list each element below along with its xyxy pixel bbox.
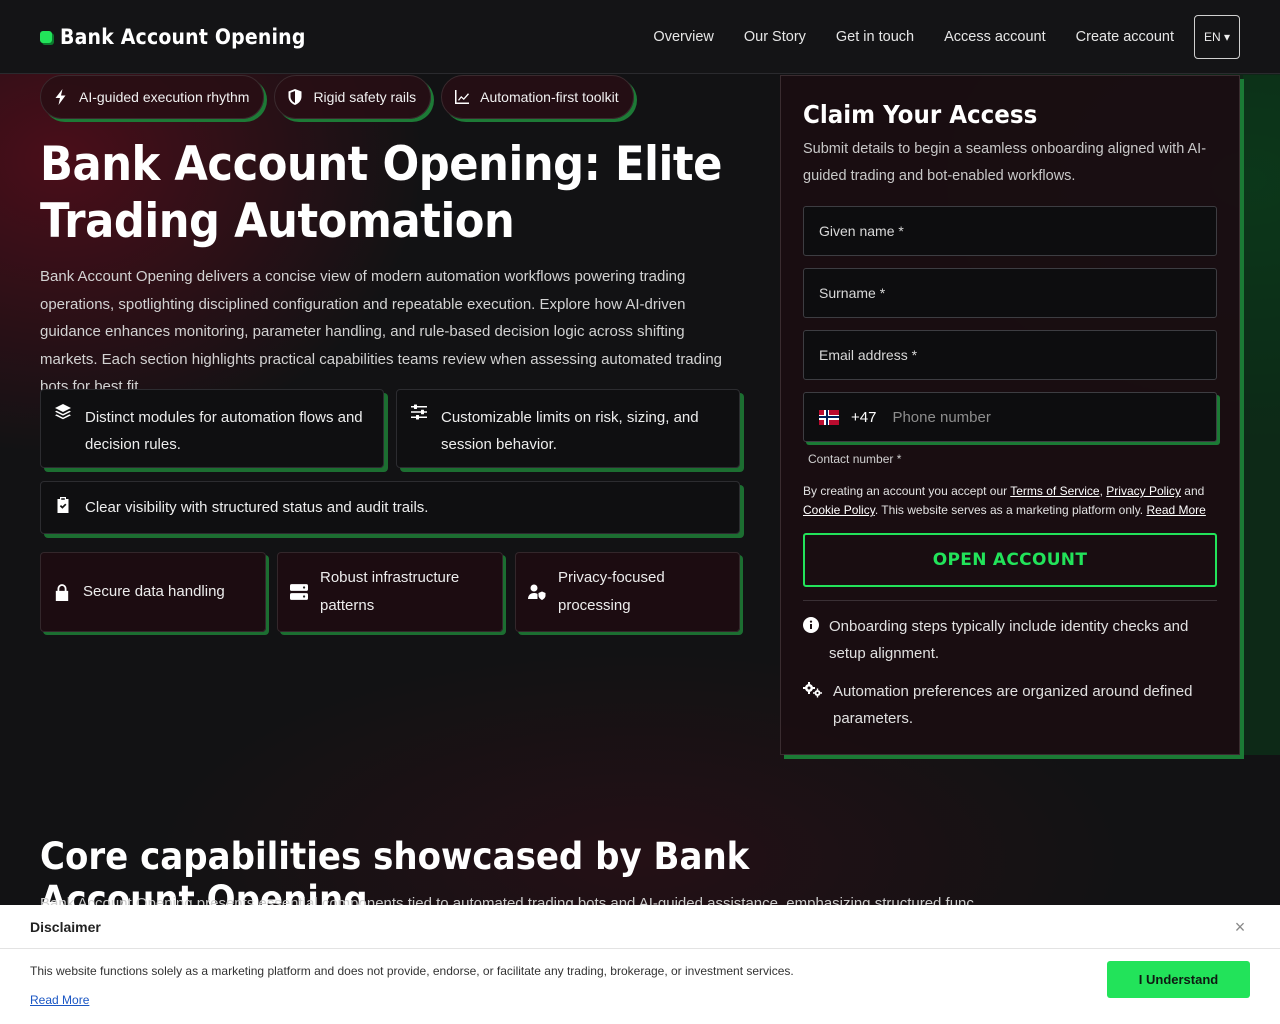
disclaimer-read-more-link[interactable]: Read More xyxy=(30,993,89,1007)
form-title: Claim Your Access xyxy=(803,100,1038,129)
server-icon xyxy=(290,584,308,600)
trust-label: Robust infrastructure patterns xyxy=(320,569,460,614)
trust-label: Privacy-focused processing xyxy=(558,569,665,614)
chip-safety-rails: Rigid safety rails xyxy=(274,75,432,119)
phone-country-code[interactable]: +47 xyxy=(851,409,876,426)
lock-icon xyxy=(55,584,69,601)
open-account-button[interactable]: OPEN ACCOUNT xyxy=(803,533,1217,587)
phone-input[interactable]: Phone number xyxy=(892,409,990,426)
chip-label: Automation-first toolkit xyxy=(480,89,619,105)
brand-name: Bank Account Opening xyxy=(60,24,306,49)
disclaimer-text: This website functions solely as a marke… xyxy=(30,964,794,978)
form-subtitle: Submit details to begin a seamless onboa… xyxy=(803,141,1207,184)
top-header: Bank Account Opening Overview Our Story … xyxy=(0,0,1280,74)
trust-card-infrastructure: Robust infrastructure patterns xyxy=(277,552,503,632)
sliders-icon xyxy=(411,404,427,420)
terms-text: By creating an account you accept our Te… xyxy=(803,484,1206,517)
bolt-icon xyxy=(55,89,66,105)
highlight-chips: AI-guided execution rhythm Rigid safety … xyxy=(40,75,634,119)
logo-mark-icon xyxy=(40,30,52,43)
nav-overview[interactable]: Overview xyxy=(653,29,713,45)
hero-title: Bank Account Opening: Elite Trading Auto… xyxy=(40,137,722,249)
signup-form-card: Claim Your Access Submit details to begi… xyxy=(780,75,1240,755)
disclaimer-title: Disclaimer xyxy=(0,905,1280,949)
card-accent-strip xyxy=(1243,75,1280,755)
terms-suffix: . This website serves as a marketing pla… xyxy=(874,503,1147,517)
feature-card-modules: Distinct modules for automation flows an… xyxy=(40,389,384,468)
contact-number-label: Contact number * xyxy=(808,452,902,466)
onboarding-note: Onboarding steps typically include ident… xyxy=(803,613,1223,667)
brand-logo[interactable]: Bank Account Opening xyxy=(40,25,306,49)
user-shield-icon xyxy=(528,584,546,600)
norway-flag-icon[interactable] xyxy=(819,409,839,425)
close-icon[interactable]: × xyxy=(1230,917,1250,937)
nav-our-story[interactable]: Our Story xyxy=(744,29,806,45)
automation-note: Automation preferences are organized aro… xyxy=(803,678,1223,732)
feature-label: Distinct modules for automation flows an… xyxy=(85,409,363,453)
main-nav: Overview Our Story Get in touch Access a… xyxy=(623,14,1240,59)
layers-icon xyxy=(55,404,71,420)
language-selector[interactable]: EN ▾ xyxy=(1194,14,1240,59)
email-field[interactable]: Email address * xyxy=(803,330,1217,380)
trust-card-privacy: Privacy-focused processing xyxy=(515,552,740,632)
disclaimer-banner: Disclaimer × This website functions sole… xyxy=(0,905,1280,1024)
nav-access-account[interactable]: Access account xyxy=(944,29,1046,45)
gears-icon xyxy=(803,682,822,698)
hero-intro: Bank Account Opening delivers a concise … xyxy=(40,268,723,395)
form-divider xyxy=(803,600,1217,601)
chip-label: Rigid safety rails xyxy=(313,89,417,105)
feature-label: Clear visibility with structured status … xyxy=(85,499,429,516)
terms-of-service-link[interactable]: Terms of Service xyxy=(1010,484,1099,498)
trust-label: Secure data handling xyxy=(83,583,225,600)
shield-icon xyxy=(288,89,302,105)
phone-field[interactable]: +47 Phone number xyxy=(803,392,1217,442)
i-understand-button[interactable]: I Understand xyxy=(1107,961,1250,998)
terms-prefix: By creating an account you accept our xyxy=(803,484,1011,498)
chart-line-icon xyxy=(455,90,470,104)
surname-field[interactable]: Surname * xyxy=(803,268,1217,318)
chip-ai-guided: AI-guided execution rhythm xyxy=(40,75,265,119)
cookie-policy-link[interactable]: Cookie Policy xyxy=(803,503,875,517)
trust-card-secure-data: Secure data handling xyxy=(40,552,266,632)
chip-label: AI-guided execution rhythm xyxy=(79,89,250,105)
chip-automation-toolkit: Automation-first toolkit xyxy=(441,75,634,119)
info-icon xyxy=(803,617,819,633)
note-label: Automation preferences are organized aro… xyxy=(833,683,1193,727)
given-name-field[interactable]: Given name * xyxy=(803,206,1217,256)
feature-label: Customizable limits on risk, sizing, and… xyxy=(441,409,699,453)
feature-card-visibility: Clear visibility with structured status … xyxy=(40,481,740,534)
note-label: Onboarding steps typically include ident… xyxy=(829,618,1189,662)
nav-get-in-touch[interactable]: Get in touch xyxy=(836,29,914,45)
privacy-policy-link[interactable]: Privacy Policy xyxy=(1106,484,1181,498)
feature-card-limits: Customizable limits on risk, sizing, and… xyxy=(396,389,740,468)
nav-create-account[interactable]: Create account xyxy=(1076,29,1174,45)
terms-read-more-link[interactable]: Read More xyxy=(1146,503,1205,517)
clipboard-check-icon xyxy=(57,496,69,513)
terms-and: and xyxy=(1180,484,1205,498)
